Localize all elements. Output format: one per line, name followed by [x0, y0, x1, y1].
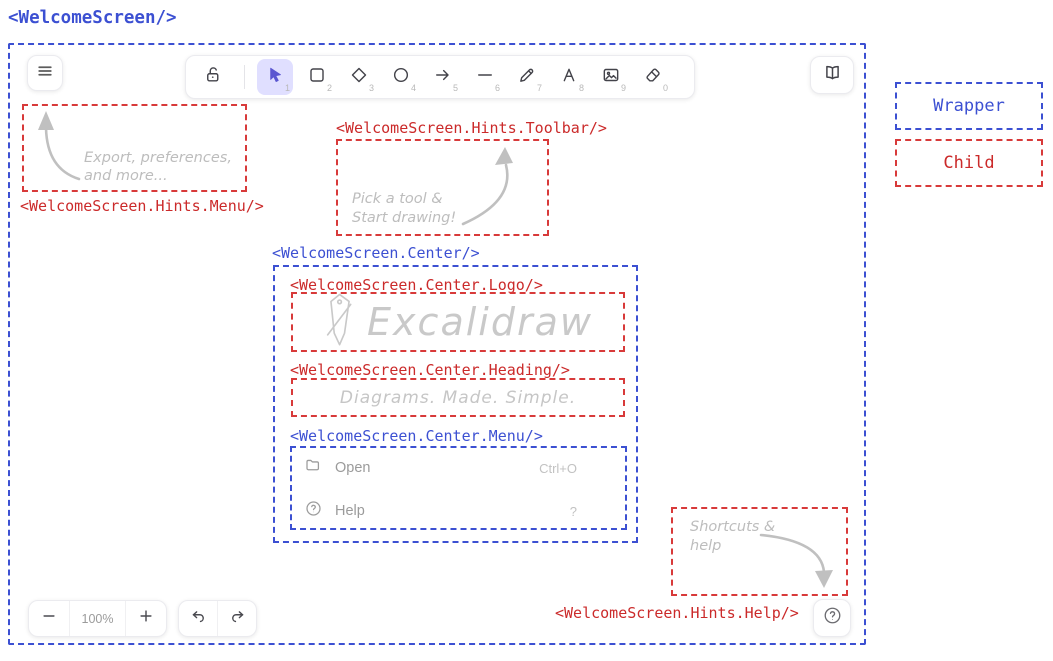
legend-wrapper-box: Wrapper: [895, 82, 1043, 130]
legend-child-box: Child: [895, 139, 1043, 187]
tool-selection[interactable]: 1: [257, 59, 293, 95]
tool-line[interactable]: 6: [467, 59, 503, 95]
image-icon: [601, 65, 621, 90]
toolbar-hint-text: Pick a tool & Start drawing!: [352, 190, 456, 228]
plus-icon: [137, 607, 155, 630]
redo-button[interactable]: [217, 601, 256, 636]
question-circle-icon: [822, 605, 843, 631]
center-heading: Diagrams. Made. Simple.: [291, 378, 625, 417]
welcome-screen-label: <WelcomeScreen/>: [8, 8, 177, 28]
tool-shortcut-number: 3: [369, 84, 374, 93]
hints-toolbar-label: <WelcomeScreen.Hints.Toolbar/>: [336, 119, 607, 137]
diamond-icon: [349, 65, 369, 90]
menu-item-label: Help: [335, 503, 365, 519]
toolbar-divider: [244, 65, 245, 89]
help-circle-icon: [304, 499, 323, 523]
tool-shortcut-number: 8: [579, 84, 584, 93]
tool-arrow[interactable]: 5: [425, 59, 461, 95]
hamburger-icon: [35, 61, 55, 86]
tool-eraser[interactable]: 0: [635, 59, 671, 95]
library-button[interactable]: [810, 56, 854, 94]
tool-shortcut-number: 6: [495, 84, 500, 93]
legend-child-label: Child: [943, 153, 994, 173]
undo-redo-controls: [178, 600, 257, 637]
center-logo: Excalidraw: [291, 292, 625, 352]
tool-shortcut-number: 7: [537, 84, 542, 93]
undo-icon: [189, 607, 208, 631]
book-icon: [822, 62, 843, 88]
tool-text[interactable]: 8: [551, 59, 587, 95]
tool-draw[interactable]: 7: [509, 59, 545, 95]
menu-item-label: Open: [335, 460, 370, 476]
center-label: <WelcomeScreen.Center/>: [272, 244, 480, 262]
menu-item-shortcut: Ctrl+O: [539, 461, 625, 476]
menu-item-open[interactable]: Open Ctrl+O: [304, 455, 625, 481]
center-menu-label: <WelcomeScreen.Center.Menu/>: [290, 427, 543, 445]
menu-item-help[interactable]: Help ?: [304, 498, 625, 524]
tool-shortcut-number: 0: [663, 84, 668, 93]
tool-shortcut-number: 5: [453, 84, 458, 93]
tool-shortcut-number: 2: [327, 84, 332, 93]
tool-image[interactable]: 9: [593, 59, 629, 95]
pencil-icon: [517, 65, 537, 90]
arrow-icon: [433, 65, 453, 90]
text-icon: [559, 65, 579, 90]
folder-icon: [304, 456, 323, 480]
ellipse-icon: [391, 65, 411, 90]
main-menu-button[interactable]: [27, 55, 63, 91]
welcome-screen-doc-page: <WelcomeScreen/>: [0, 0, 1053, 661]
lock-tool-button[interactable]: [196, 59, 232, 95]
help-hint-text: Shortcuts & help: [690, 518, 775, 556]
line-icon: [475, 65, 495, 90]
center-menu: Open Ctrl+O Help ?: [290, 446, 627, 530]
tool-diamond[interactable]: 3: [341, 59, 377, 95]
zoom-out-button[interactable]: [29, 601, 69, 636]
tool-shortcut-number: 9: [621, 84, 626, 93]
hints-help-label: <WelcomeScreen.Hints.Help/>: [555, 604, 799, 622]
unlock-icon: [204, 65, 224, 90]
zoom-controls: 100%: [28, 600, 167, 637]
tool-rectangle[interactable]: 2: [299, 59, 335, 95]
center-heading-label: <WelcomeScreen.Center.Heading/>: [290, 361, 570, 379]
zoom-in-button[interactable]: [126, 601, 166, 636]
redo-icon: [228, 607, 247, 631]
undo-button[interactable]: [179, 601, 217, 636]
heading-text: Diagrams. Made. Simple.: [340, 388, 576, 408]
toolbar: 1 2 3 4 5: [185, 55, 695, 99]
menu-item-shortcut: ?: [570, 504, 625, 519]
selection-cursor-icon: [265, 65, 285, 90]
tool-shortcut-number: 4: [411, 84, 416, 93]
minus-icon: [40, 607, 58, 630]
tool-shortcut-number: 1: [285, 84, 290, 93]
help-button[interactable]: [813, 599, 851, 637]
hints-menu-label: <WelcomeScreen.Hints.Menu/>: [20, 197, 264, 215]
excalidraw-logo-icon: [323, 292, 357, 353]
excalidraw-logo-text: Excalidraw: [367, 300, 593, 344]
rectangle-icon: [307, 65, 327, 90]
menu-hint-text: Export, preferences, and more...: [84, 149, 232, 185]
legend-wrapper-label: Wrapper: [933, 96, 1005, 116]
zoom-level[interactable]: 100%: [69, 601, 126, 636]
tool-ellipse[interactable]: 4: [383, 59, 419, 95]
eraser-icon: [643, 65, 663, 90]
